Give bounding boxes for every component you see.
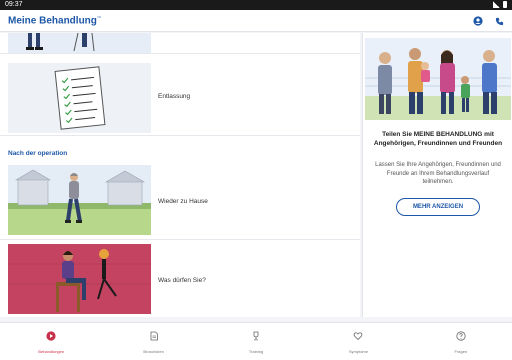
status-time: 09:37 [5, 1, 23, 8]
list-item[interactable]: Wieder zu Hause [0, 162, 360, 240]
system-icons [493, 1, 507, 8]
signal-icon [493, 1, 500, 8]
app-bar: Meine Behandlung™ [0, 10, 512, 32]
promo-description: Lassen Sie Ihre Angehörigen, Freundinnen… [375, 162, 501, 185]
tab-fragen[interactable]: Fragen [410, 323, 512, 360]
list-item-label: Wieder zu Hause [158, 198, 208, 205]
battery-icon [503, 1, 507, 8]
app-title: Meine Behandlung™ [8, 15, 101, 27]
list-item-image [8, 33, 151, 53]
list-item-image [8, 244, 151, 314]
show-more-button[interactable]: MEHR ANZEIGEN [396, 198, 480, 216]
tab-behandlungen[interactable]: Behandlungen [0, 323, 102, 360]
question-icon [456, 328, 466, 346]
promo-title: Teilen Sie MEINE BEHANDLUNG mit Angehöri… [373, 131, 503, 147]
section-title: Nach der operation [8, 150, 68, 157]
list-item-image [8, 165, 151, 235]
list-item[interactable]: Entlassung [0, 55, 360, 136]
phone-icon[interactable] [492, 14, 506, 28]
tab-training[interactable]: Training [205, 323, 307, 360]
treatment-list: Entlassung Nach der operation Wieder zu … [0, 33, 360, 317]
tab-label: Broschüren [143, 349, 164, 354]
tab-label: Behandlungen [38, 349, 65, 354]
heart-icon [353, 328, 363, 346]
list-item-image [8, 63, 151, 133]
bottom-navigation: Behandlungen Broschüren Training Symptom… [0, 322, 512, 360]
trophy-icon [251, 328, 261, 346]
account-icon[interactable] [471, 14, 485, 28]
list-item[interactable]: Was dürfen Sie? [0, 241, 360, 317]
status-bar: 09:37 [0, 0, 512, 10]
tab-label: Symptome [348, 349, 368, 354]
tab-symptome[interactable]: Symptome [307, 323, 409, 360]
family-illustration [365, 38, 511, 120]
document-icon [149, 328, 159, 346]
tab-broschueren[interactable]: Broschüren [102, 323, 204, 360]
list-item[interactable] [0, 33, 360, 54]
list-item-label: Entlassung [158, 93, 191, 100]
list-item-label: Was dürfen Sie? [158, 277, 206, 284]
share-promo-card: Teilen Sie MEINE BEHANDLUNG mit Angehöri… [362, 33, 512, 317]
tab-label: Training [248, 349, 264, 354]
play-circle-icon [46, 328, 56, 346]
tab-label: Fragen [454, 349, 468, 354]
